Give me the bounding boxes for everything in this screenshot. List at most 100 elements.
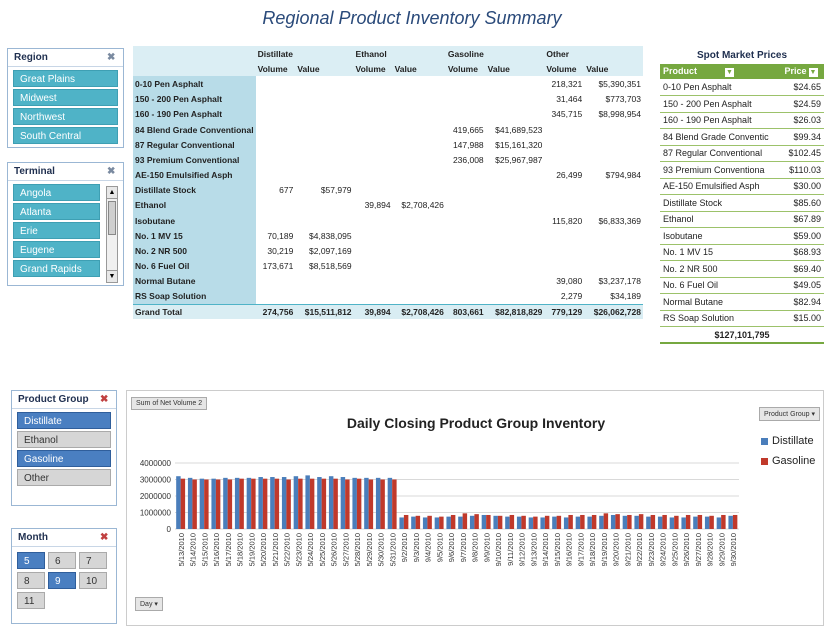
terminal-item-angola[interactable]: Angola: [13, 184, 100, 201]
bar-gasoline[interactable]: [274, 478, 280, 529]
pivot-row-label[interactable]: No. 1 MV 15: [133, 228, 256, 244]
clear-filter-icon[interactable]: ✖: [107, 52, 117, 63]
bar-gasoline[interactable]: [615, 514, 620, 529]
filter-dropdown-icon[interactable]: ▾: [154, 601, 158, 608]
bar-gasoline[interactable]: [403, 514, 409, 529]
month-item-6[interactable]: 6: [48, 552, 76, 569]
bar-gasoline[interactable]: [697, 514, 703, 529]
bar-distillate[interactable]: [340, 477, 346, 529]
bar-gasoline[interactable]: [439, 516, 444, 529]
pivot-row-label[interactable]: Normal Butane: [133, 273, 256, 289]
bar-gasoline[interactable]: [415, 515, 421, 529]
bar-distillate[interactable]: [610, 514, 616, 529]
bar-gasoline[interactable]: [192, 479, 197, 530]
bar-distillate[interactable]: [681, 517, 686, 529]
pivot-row-label[interactable]: Grand Total: [133, 303, 256, 320]
bar-distillate[interactable]: [505, 516, 510, 529]
bar-distillate[interactable]: [540, 517, 545, 529]
bar-distillate[interactable]: [634, 515, 639, 529]
bar-distillate[interactable]: [364, 477, 369, 529]
bar-distillate[interactable]: [622, 515, 628, 529]
month-item-9[interactable]: 9: [48, 572, 76, 589]
bar-distillate[interactable]: [434, 517, 440, 529]
bar-distillate[interactable]: [516, 516, 522, 529]
bar-distillate[interactable]: [375, 477, 381, 529]
month-item-10[interactable]: 10: [79, 572, 107, 589]
bar-gasoline[interactable]: [591, 514, 597, 529]
bar-distillate[interactable]: [446, 516, 451, 529]
bar-gasoline[interactable]: [392, 479, 397, 530]
bar-gasoline[interactable]: [533, 516, 538, 529]
region-item-great-plains[interactable]: Great Plains: [13, 70, 118, 87]
terminal-item-eugene[interactable]: Eugene: [13, 241, 100, 258]
pivot-row-label[interactable]: 150 - 200 Pen Asphalt: [133, 91, 256, 107]
bar-gasoline[interactable]: [486, 514, 491, 529]
bar-distillate[interactable]: [669, 517, 675, 529]
pivot-row-label[interactable]: RS Soap Solution: [133, 289, 256, 305]
bar-gasoline[interactable]: [262, 478, 268, 529]
month-item-11[interactable]: 11: [17, 592, 45, 609]
dropdown-arrow-icon[interactable]: ▼: [725, 68, 735, 77]
bar-gasoline[interactable]: [321, 478, 327, 529]
bar-gasoline[interactable]: [650, 514, 656, 529]
bar-distillate[interactable]: [305, 475, 310, 529]
bar-distillate[interactable]: [563, 517, 569, 529]
bar-gasoline[interactable]: [603, 513, 609, 529]
legend-field-button[interactable]: Product Group ▾: [759, 407, 820, 421]
bar-gasoline[interactable]: [568, 514, 573, 529]
bar-distillate[interactable]: [704, 516, 710, 529]
scroll-up-arrow-icon[interactable]: ▲: [107, 187, 117, 199]
clear-filter-icon[interactable]: ✖: [100, 532, 110, 543]
region-item-midwest[interactable]: Midwest: [13, 89, 118, 106]
bar-distillate[interactable]: [293, 476, 299, 529]
pivot-row-label[interactable]: AE-150 Emulsified Asph: [133, 167, 256, 183]
pivot-row-label[interactable]: 84 Blend Grade Conventional: [133, 121, 256, 138]
axis-field-button[interactable]: Day ▾: [135, 597, 163, 611]
pivot-row-label[interactable]: 87 Regular Conventional: [133, 137, 256, 153]
bar-gasoline[interactable]: [204, 479, 209, 530]
bar-distillate[interactable]: [458, 516, 463, 529]
bar-distillate[interactable]: [422, 517, 428, 529]
bar-gasoline[interactable]: [685, 514, 691, 529]
bar-gasoline[interactable]: [732, 514, 738, 529]
clear-filter-icon[interactable]: ✖: [100, 394, 110, 405]
bar-distillate[interactable]: [187, 477, 193, 529]
terminal-item-erie[interactable]: Erie: [13, 222, 100, 239]
bar-distillate[interactable]: [528, 517, 534, 529]
pivot-row-label[interactable]: No. 6 Fuel Oil: [133, 258, 256, 274]
pivot-row-label[interactable]: Distillate Stock: [133, 182, 256, 198]
bar-distillate[interactable]: [223, 477, 228, 529]
bar-distillate[interactable]: [728, 515, 733, 529]
month-item-5[interactable]: 5: [17, 552, 45, 569]
bar-distillate[interactable]: [481, 514, 487, 529]
bar-distillate[interactable]: [552, 516, 557, 529]
bar-distillate[interactable]: [328, 476, 334, 529]
month-item-7[interactable]: 7: [79, 552, 107, 569]
pivot-row-label[interactable]: 93 Premium Conventional: [133, 152, 256, 168]
bar-distillate[interactable]: [399, 517, 404, 529]
bar-gasoline[interactable]: [521, 515, 526, 529]
bar-gasoline[interactable]: [674, 515, 679, 529]
bar-distillate[interactable]: [657, 516, 663, 529]
bar-gasoline[interactable]: [180, 478, 186, 529]
bar-distillate[interactable]: [199, 478, 205, 529]
bar-gasoline[interactable]: [368, 479, 374, 530]
month-item-8[interactable]: 8: [17, 572, 45, 589]
bar-distillate[interactable]: [352, 477, 357, 529]
bar-gasoline[interactable]: [309, 478, 315, 529]
bar-distillate[interactable]: [493, 515, 498, 529]
product-group-item-gasoline[interactable]: Gasoline: [17, 450, 111, 467]
terminal-scrollbar[interactable]: ▲ ▼: [106, 186, 118, 283]
bar-gasoline[interactable]: [556, 515, 562, 529]
bar-distillate[interactable]: [587, 516, 592, 529]
bar-gasoline[interactable]: [638, 514, 644, 529]
bar-gasoline[interactable]: [380, 479, 385, 530]
terminal-item-atlanta[interactable]: Atlanta: [13, 203, 100, 220]
pivot-row-label[interactable]: No. 2 NR 500: [133, 243, 256, 259]
bar-gasoline[interactable]: [227, 479, 233, 530]
bar-gasoline[interactable]: [721, 514, 726, 529]
bar-distillate[interactable]: [176, 476, 181, 529]
bar-gasoline[interactable]: [544, 515, 550, 529]
bar-distillate[interactable]: [234, 477, 240, 529]
spot-header-product[interactable]: Product ▼: [660, 64, 782, 79]
